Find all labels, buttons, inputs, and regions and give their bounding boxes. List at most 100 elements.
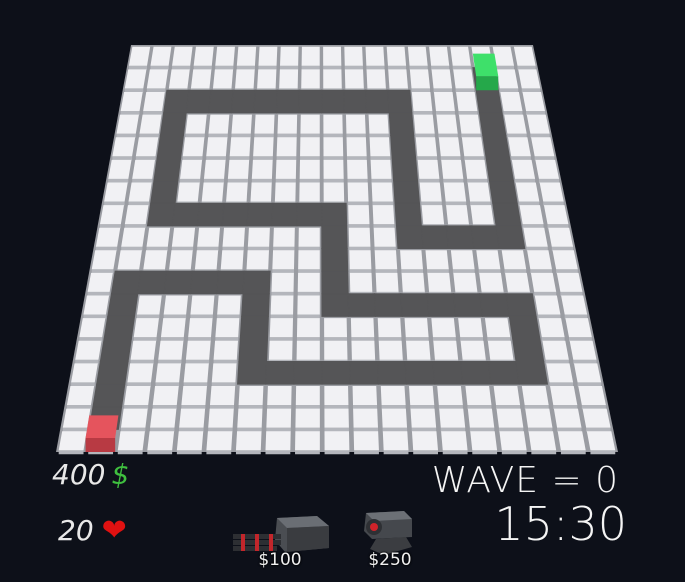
build-tile[interactable] (120, 408, 148, 428)
build-tile[interactable] (450, 46, 471, 66)
build-tile[interactable] (531, 137, 555, 157)
build-tile[interactable] (147, 431, 175, 451)
build-tile[interactable] (388, 69, 408, 89)
build-tile[interactable] (270, 295, 294, 315)
build-tile[interactable] (382, 431, 409, 451)
build-tile[interactable] (368, 114, 389, 134)
build-tile[interactable] (62, 408, 91, 428)
build-tile[interactable] (429, 46, 450, 66)
build-tile[interactable] (180, 159, 203, 179)
build-tile[interactable] (299, 159, 320, 179)
build-tile[interactable] (493, 385, 521, 405)
build-tile[interactable] (415, 137, 438, 157)
build-tile[interactable] (369, 137, 391, 157)
build-tile[interactable] (501, 250, 527, 270)
build-tile[interactable] (366, 69, 386, 89)
build-tile[interactable] (370, 159, 392, 179)
build-tile[interactable] (143, 250, 168, 270)
build-tile[interactable] (185, 340, 211, 360)
build-tile[interactable] (421, 205, 445, 225)
build-tile[interactable] (276, 137, 297, 157)
build-tile[interactable] (411, 92, 433, 112)
build-tile[interactable] (546, 363, 574, 383)
build-tile[interactable] (300, 114, 320, 134)
build-tile[interactable] (301, 46, 320, 66)
build-tile[interactable] (460, 340, 486, 360)
build-tile[interactable] (324, 431, 350, 451)
build-tile[interactable] (258, 46, 278, 66)
build-tile[interactable] (208, 114, 230, 134)
build-tile[interactable] (235, 69, 255, 89)
build-tile[interactable] (375, 272, 399, 292)
build-tile[interactable] (521, 385, 549, 405)
build-tile[interactable] (548, 227, 574, 247)
build-tile[interactable] (344, 69, 364, 89)
build-tile[interactable] (181, 385, 207, 405)
build-tile[interactable] (211, 363, 237, 383)
build-tile[interactable] (150, 408, 177, 428)
build-tile[interactable] (274, 182, 296, 202)
build-tile[interactable] (351, 340, 376, 360)
build-tile[interactable] (66, 385, 95, 405)
build-tile[interactable] (443, 182, 467, 202)
build-tile[interactable] (295, 385, 320, 405)
build-tile[interactable] (179, 408, 206, 428)
build-tile[interactable] (542, 340, 569, 360)
build-tile[interactable] (295, 408, 320, 428)
build-tile[interactable] (295, 431, 320, 451)
build-tile[interactable] (499, 431, 527, 451)
build-tile[interactable] (406, 340, 431, 360)
build-tile[interactable] (58, 431, 87, 451)
build-tile[interactable] (511, 159, 536, 179)
build-tile[interactable] (371, 182, 393, 202)
build-tile[interactable] (436, 114, 458, 134)
build-tile[interactable] (373, 227, 396, 247)
build-tile[interactable] (136, 295, 162, 315)
build-tile[interactable] (132, 159, 156, 179)
build-tile[interactable] (323, 159, 344, 179)
build-tile[interactable] (507, 137, 531, 157)
build-tile[interactable] (438, 137, 461, 157)
build-tile[interactable] (437, 385, 463, 405)
build-tile[interactable] (324, 408, 349, 428)
build-tile[interactable] (372, 205, 395, 225)
build-tile[interactable] (523, 227, 548, 247)
build-tile[interactable] (300, 137, 320, 157)
build-tile[interactable] (461, 137, 484, 157)
build-tile[interactable] (527, 250, 552, 270)
build-tile[interactable] (253, 137, 274, 157)
build-tile[interactable] (169, 250, 193, 270)
build-tile[interactable] (217, 295, 241, 315)
build-tile[interactable] (247, 227, 270, 247)
build-tile[interactable] (108, 159, 132, 179)
build-tile[interactable] (345, 114, 366, 134)
build-tile[interactable] (464, 159, 488, 179)
build-tile[interactable] (346, 137, 367, 157)
build-tile[interactable] (212, 69, 234, 89)
build-tile[interactable] (324, 318, 348, 338)
build-tile[interactable] (496, 69, 519, 89)
build-tile[interactable] (124, 69, 147, 89)
build-tile[interactable] (266, 408, 292, 428)
build-tile[interactable] (433, 340, 459, 360)
build-tile[interactable] (344, 46, 363, 66)
build-tile[interactable] (213, 340, 238, 360)
build-tile[interactable] (155, 363, 182, 383)
build-tile[interactable] (380, 385, 406, 405)
build-tile[interactable] (229, 137, 251, 157)
build-tile[interactable] (348, 205, 370, 225)
build-tile[interactable] (182, 137, 205, 157)
build-tile[interactable] (237, 408, 263, 428)
build-tile[interactable] (296, 318, 320, 338)
build-tile[interactable] (458, 114, 481, 134)
build-tile[interactable] (183, 363, 209, 383)
build-tile[interactable] (347, 159, 368, 179)
build-tile[interactable] (411, 431, 439, 451)
build-tile[interactable] (431, 318, 456, 338)
build-tile[interactable] (135, 137, 159, 157)
build-tile[interactable] (381, 408, 408, 428)
build-tile[interactable] (565, 318, 592, 338)
build-tile[interactable] (271, 272, 294, 292)
build-tile[interactable] (439, 408, 466, 428)
build-tile[interactable] (349, 272, 373, 292)
